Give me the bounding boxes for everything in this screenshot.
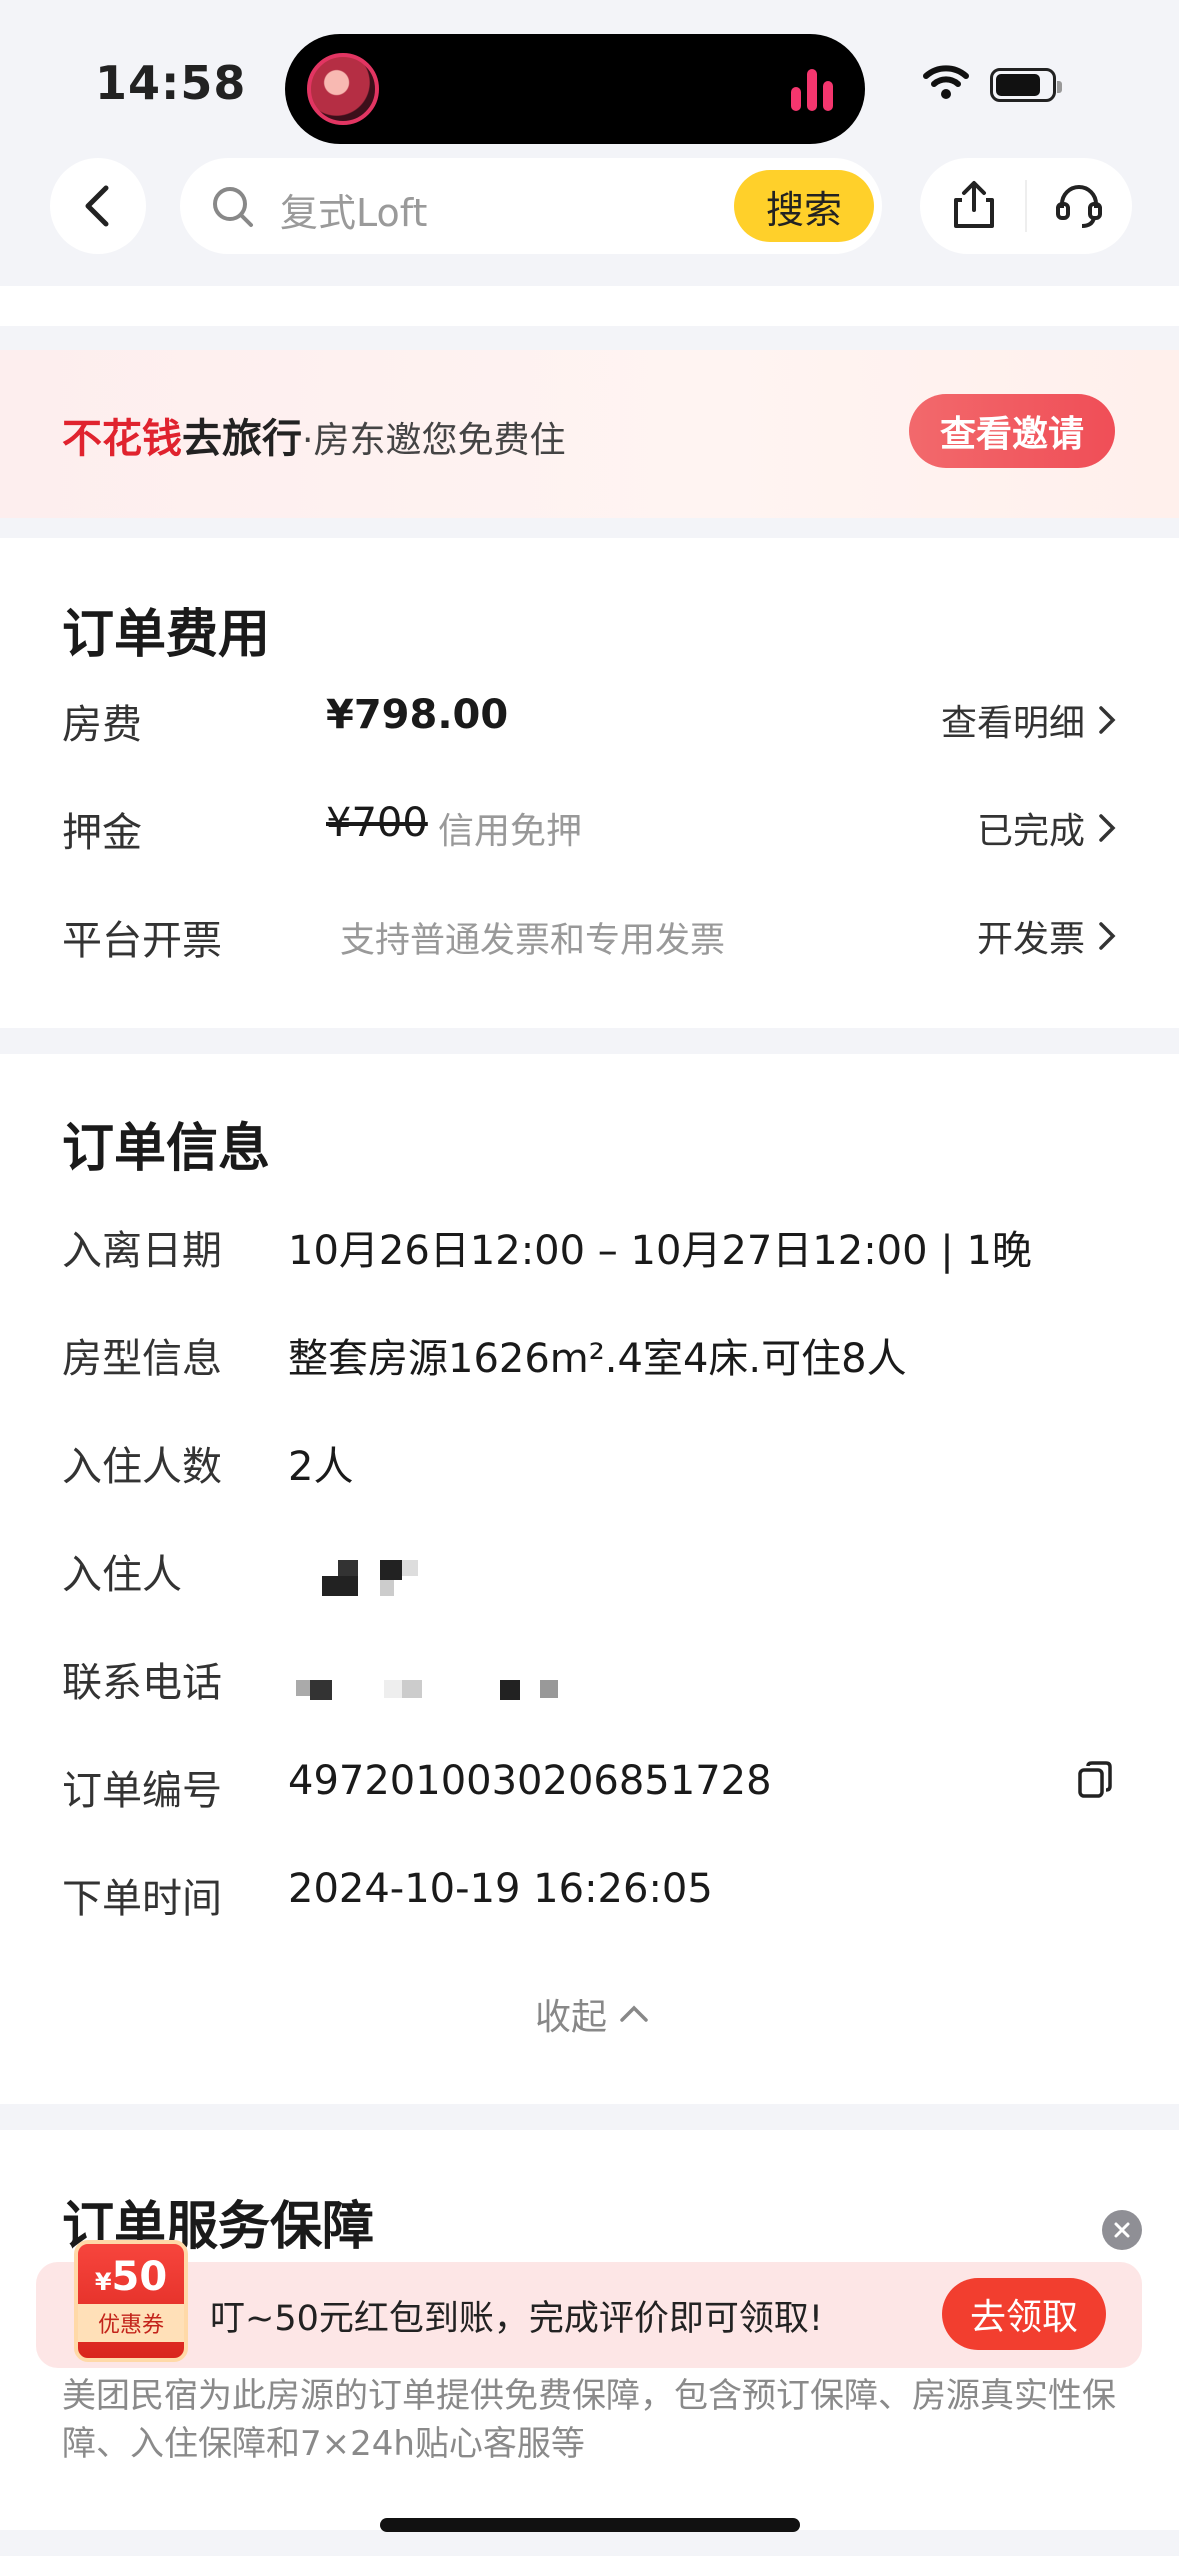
banner-title-text: 去旅行	[182, 416, 302, 462]
guest-name-redacted	[318, 1554, 428, 1596]
coupon-currency: ¥	[94, 2268, 112, 2296]
view-details-label: 查看明细	[940, 703, 1085, 744]
order-number-label: 订单编号	[62, 1768, 222, 1814]
nav-actions	[920, 158, 1132, 254]
dynamic-island[interactable]	[285, 34, 865, 144]
chevron-right-icon	[1099, 706, 1116, 734]
deposit-note: 信用免押	[438, 811, 583, 852]
stay-dates-value: 10月26日12:00 – 10月27日12:00 | 1晚	[288, 1228, 1032, 1274]
stay-dates-label: 入离日期	[62, 1228, 222, 1274]
customer-service-icon[interactable]	[1054, 180, 1104, 230]
phone-label: 联系电话	[62, 1660, 222, 1706]
share-icon[interactable]	[950, 180, 998, 230]
back-button[interactable]	[50, 158, 146, 254]
banner-highlight: 不花钱	[62, 416, 182, 462]
view-details-link[interactable]: 查看明细	[941, 694, 1117, 746]
wifi-icon	[923, 65, 969, 99]
search-placeholder: 复式Loft	[280, 191, 428, 235]
battery-icon	[990, 68, 1062, 102]
order-time-value: 2024-10-19 16:26:05	[288, 1866, 713, 1912]
chevron-right-icon	[1099, 814, 1116, 842]
guarantee-description: 美团民宿为此房源的订单提供免费保障，包含预订保障、房源真实性保障、入住保障和7×…	[62, 2376, 1116, 2464]
close-icon	[1114, 2222, 1130, 2238]
status-bar: 14:58	[0, 0, 1179, 150]
order-fee-card: 订单费用 房费 ¥798.00 查看明细 押金 ¥700 信用免押 已完成 平台…	[0, 538, 1179, 1028]
order-info-card: 订单信息 入离日期 10月26日12:00 – 10月27日12:00 | 1晚…	[0, 1054, 1179, 2104]
guest-label: 入住人	[62, 1552, 182, 1598]
guest-count-label: 入住人数	[62, 1444, 222, 1490]
search-input[interactable]: 复式Loft 搜索	[180, 158, 882, 254]
now-playing-avatar	[307, 53, 379, 125]
claim-coupon-button[interactable]: 去领取	[942, 2278, 1106, 2350]
search-button[interactable]: 搜索	[734, 170, 874, 242]
room-type-label: 房型信息	[62, 1336, 222, 1382]
chevron-up-icon	[620, 2005, 648, 2022]
coupon-label: 优惠券	[78, 2304, 184, 2342]
collapse-label: 收起	[535, 1997, 608, 2038]
deposit-status-label: 已完成	[976, 811, 1085, 852]
close-toast-button[interactable]	[1102, 2210, 1142, 2250]
home-indicator[interactable]	[380, 2518, 800, 2532]
room-fee-label: 房费	[62, 702, 142, 748]
coupon-badge: ¥50 优惠券	[74, 2240, 188, 2362]
issue-invoice-label: 开发票	[976, 919, 1085, 960]
top-card-edge	[0, 286, 1179, 326]
collapse-button[interactable]: 收起	[535, 1988, 649, 2040]
deposit-status-link[interactable]: 已完成	[977, 802, 1117, 854]
issue-invoice-link[interactable]: 开发票	[977, 910, 1117, 962]
banner-title: 不花钱去旅行·房东邀您免费住	[62, 406, 565, 464]
invoice-label: 平台开票	[62, 918, 222, 964]
deposit-value: ¥700	[326, 800, 428, 846]
free-stay-banner[interactable]: 不花钱去旅行·房东邀您免费住 查看邀请	[0, 350, 1179, 518]
search-icon	[213, 187, 253, 227]
room-type-value: 整套房源1626m².4室4床.可住8人	[288, 1336, 907, 1382]
chevron-left-icon	[85, 185, 109, 227]
order-time-label: 下单时间	[62, 1876, 222, 1922]
invoice-note: 支持普通发票和专用发票	[340, 921, 726, 961]
status-time: 14:58	[95, 56, 247, 110]
banner-subtitle: ·房东邀您免费住	[302, 420, 566, 461]
order-number-value: 4972010030206851728	[288, 1758, 772, 1804]
guest-count-value: 2人	[288, 1444, 354, 1490]
nav-bar: 复式Loft 搜索	[0, 158, 1179, 264]
phone-redacted	[296, 1678, 586, 1702]
coupon-amount: 50	[111, 2254, 168, 2300]
divider	[1025, 180, 1027, 232]
room-fee-value: ¥798.00	[326, 692, 509, 738]
audio-bars-icon	[791, 69, 835, 111]
chevron-right-icon	[1099, 922, 1116, 950]
coupon-message: 叮~50元红包到账，完成评价即可领取!	[210, 2299, 823, 2339]
coupon-toast[interactable]: ¥50 优惠券 叮~50元红包到账，完成评价即可领取! 去领取	[36, 2240, 1142, 2368]
copy-icon[interactable]	[1076, 1760, 1114, 1800]
info-section-title: 订单信息	[62, 1119, 271, 1179]
deposit-label: 押金	[62, 810, 142, 856]
fee-section-title: 订单费用	[62, 605, 271, 665]
view-invitation-button[interactable]: 查看邀请	[909, 394, 1115, 468]
